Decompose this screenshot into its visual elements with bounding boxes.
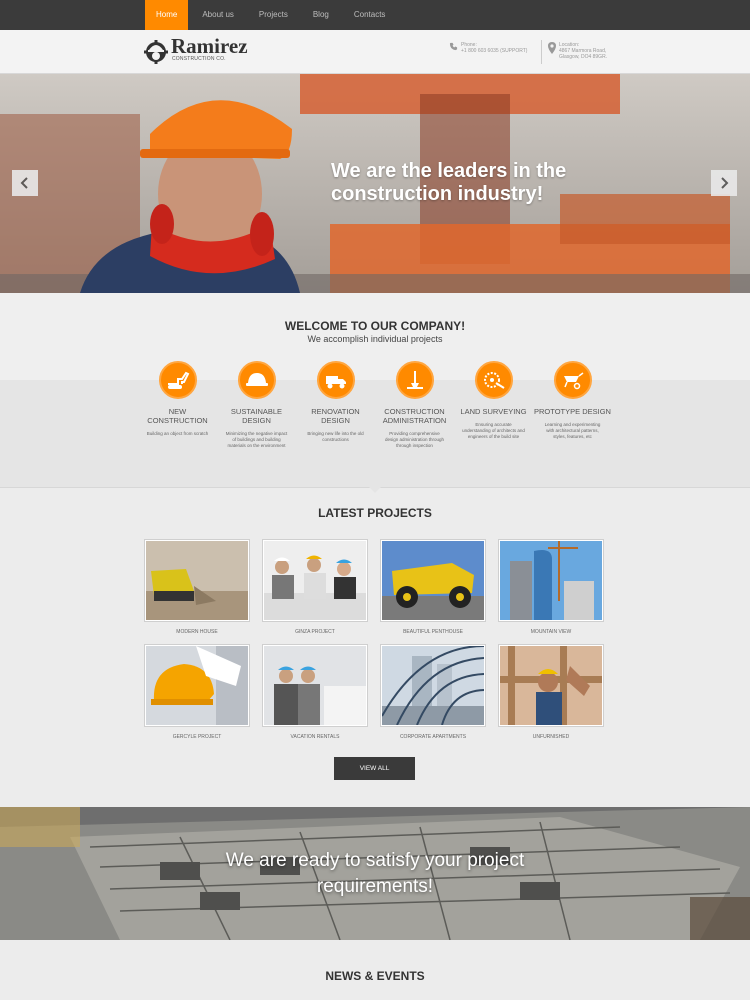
service-prototype-design[interactable]: PROTOTYPE DESIGN Learning and experiment…: [533, 361, 612, 449]
header-divider: [541, 40, 542, 64]
excavator-icon: [158, 361, 197, 399]
nav-about-us[interactable]: About us: [191, 0, 245, 30]
logo[interactable]: Ramirez CONSTRUCTION CO.: [144, 36, 248, 64]
news-title: NEWS & EVENTS: [325, 969, 425, 983]
project-caption: MOUNTAIN VIEW: [530, 629, 572, 635]
slider-next-button[interactable]: [711, 170, 737, 196]
project-card[interactable]: BEAUTIFUL PENTHOUSE: [380, 539, 486, 635]
wheelbarrow-icon: [553, 361, 592, 399]
service-desc: Ensuring accurate understanding of archi…: [462, 422, 525, 439]
project-image: [146, 646, 248, 725]
project-caption: MODERN HOUSE: [176, 629, 218, 635]
project-card[interactable]: VACATION RENTALS: [262, 644, 368, 740]
main-nav: Home About us Projects Blog Contacts: [145, 0, 399, 30]
project-image: [146, 541, 248, 620]
view-all-button[interactable]: VIEW ALL: [334, 757, 415, 780]
service-renovation-design[interactable]: RENOVATION DESIGN Bringing new life into…: [296, 361, 375, 449]
service-title: NEW CONSTRUCTION: [147, 407, 208, 425]
phone-icon: [449, 42, 458, 51]
project-card[interactable]: UNFURNISHED: [498, 644, 604, 740]
banner-title: We are ready to satisfy your project req…: [225, 850, 525, 897]
news-section: NEWS & EVENTS: [0, 940, 750, 1000]
welcome-title: WELCOME TO OUR COMPANY!: [284, 319, 466, 333]
services-list: NEW CONSTRUCTION Building an object from…: [138, 361, 613, 449]
logo-name: Ramirez: [171, 34, 248, 58]
project-card[interactable]: MOUNTAIN VIEW: [498, 539, 604, 635]
welcome-subtitle: We accomplish individual projects: [307, 334, 443, 344]
gear-hardhat-icon: [144, 36, 168, 64]
site-header: Ramirez CONSTRUCTION CO. Phone: +1 800 6…: [0, 30, 750, 74]
slider-prev-button[interactable]: [12, 170, 38, 196]
service-construction-administration[interactable]: CONSTRUCTION ADMINISTRATION Providing co…: [375, 361, 454, 449]
nav-home[interactable]: Home: [145, 0, 189, 30]
service-desc: Providing comprehensive design administr…: [384, 431, 445, 448]
cta-banner: We are ready to satisfy your project req…: [0, 807, 750, 940]
phone-info: Phone: +1 800 603 6035 (SUPPORT): [449, 42, 527, 54]
project-caption: VACATION RENTALS: [290, 734, 340, 740]
service-desc: Bringing new life into the old construct…: [307, 431, 364, 442]
hero-title: We are the leaders in the construction i…: [331, 160, 567, 205]
chevron-right-icon: [721, 177, 729, 189]
nav-blog[interactable]: Blog: [302, 0, 340, 30]
project-caption: UNFURNISHED: [532, 734, 570, 740]
project-caption: CORPORATE APARTMENTS: [399, 734, 467, 740]
project-image: [500, 541, 602, 620]
welcome-section: WELCOME TO OUR COMPANY! We accomplish in…: [0, 293, 750, 488]
divider-notch: [369, 487, 381, 493]
project-image: [382, 646, 484, 725]
top-nav-bar: Home About us Projects Blog Contacts: [0, 0, 750, 30]
phone-value: +1 800 603 6035 (SUPPORT): [461, 48, 528, 54]
service-desc: Building an object from scratch: [146, 431, 209, 436]
service-title: LAND SURVEYING: [460, 407, 527, 416]
service-title: SUSTAINABLE DESIGN: [230, 407, 283, 425]
saw-icon: [474, 361, 513, 399]
nav-contacts[interactable]: Contacts: [343, 0, 397, 30]
location-pin-icon: [548, 42, 556, 54]
crane-icon: [395, 361, 434, 399]
project-caption: GERCYLE PROJECT: [172, 734, 222, 740]
project-caption: BEAUTIFUL PENTHOUSE: [403, 629, 463, 635]
location-info: Location: 4867 Marmora Road, Glasgow, DO…: [548, 42, 607, 60]
location-line2: Glasgow, DO4 89GR.: [559, 54, 608, 60]
service-land-surveying[interactable]: LAND SURVEYING Ensuring accurate underst…: [454, 361, 533, 449]
project-card[interactable]: GERCYLE PROJECT: [144, 644, 250, 740]
truck-icon: [316, 361, 355, 399]
service-sustainable-design[interactable]: SUSTAINABLE DESIGN Minimizing the negati…: [217, 361, 296, 449]
project-caption: GINZA PROJECT: [295, 629, 335, 635]
hardhat-icon: [237, 361, 276, 399]
service-new-construction[interactable]: NEW CONSTRUCTION Building an object from…: [138, 361, 217, 449]
service-title: CONSTRUCTION ADMINISTRATION: [382, 407, 447, 425]
project-image: [264, 646, 366, 725]
hero-slider: We are the leaders in the construction i…: [0, 74, 750, 293]
project-image: [500, 646, 602, 725]
service-title: RENOVATION DESIGN: [311, 407, 360, 425]
project-image: [382, 541, 484, 620]
project-card[interactable]: GINZA PROJECT: [262, 539, 368, 635]
project-card[interactable]: CORPORATE APARTMENTS: [380, 644, 486, 740]
chevron-left-icon: [20, 177, 28, 189]
project-card[interactable]: MODERN HOUSE: [144, 539, 250, 635]
service-title: PROTOTYPE DESIGN: [534, 407, 611, 416]
project-image: [264, 541, 366, 620]
service-desc: Learning and experimenting with architec…: [544, 422, 601, 439]
nav-projects[interactable]: Projects: [248, 0, 299, 30]
projects-title: LATEST PROJECTS: [318, 506, 432, 520]
service-desc: Minimizing the negative impact of buildi…: [225, 431, 288, 448]
